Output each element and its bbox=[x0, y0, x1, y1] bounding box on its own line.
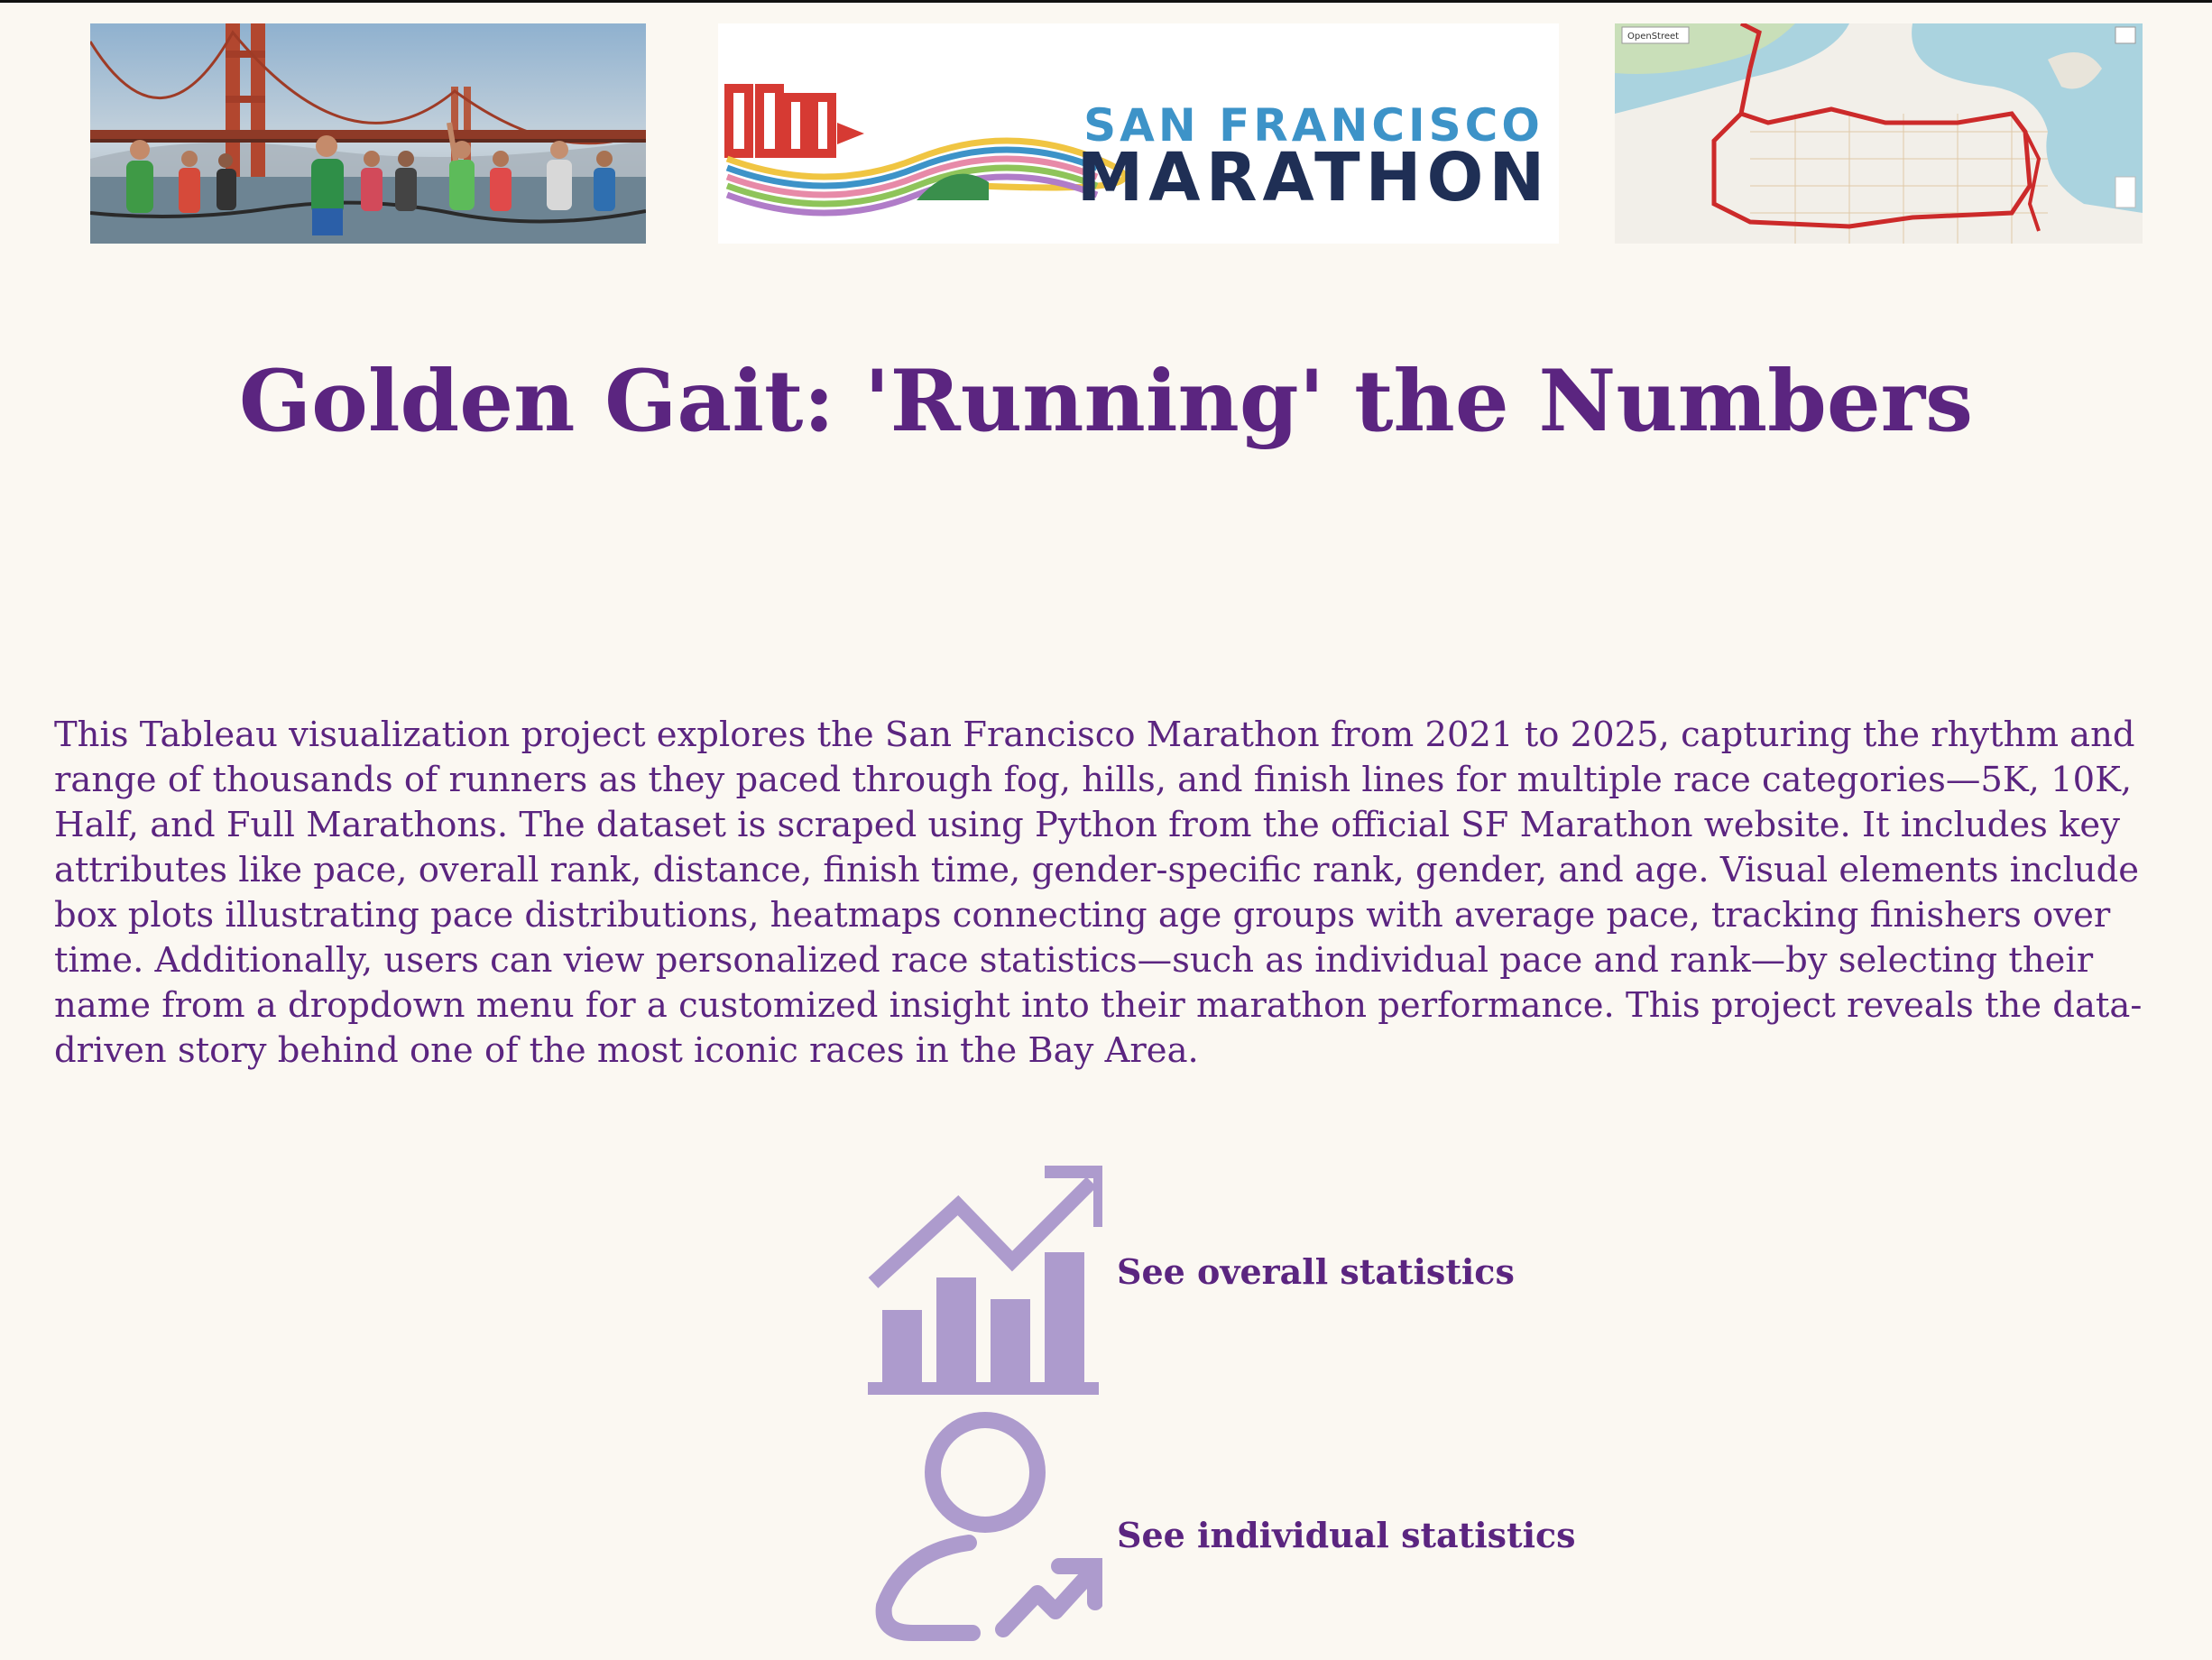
course-map: OpenStreet bbox=[1615, 23, 2143, 244]
logo-line-marathon: MARATHON bbox=[1077, 139, 1551, 217]
top-border bbox=[0, 0, 2212, 3]
user-trend-icon[interactable] bbox=[868, 1407, 1103, 1642]
chart-trend-up-icon[interactable] bbox=[868, 1164, 1108, 1397]
project-description: This Tableau visualization project explo… bbox=[54, 715, 2143, 1071]
map-layer-control[interactable]: OpenStreet bbox=[1627, 32, 1679, 42]
see-individual-statistics-link[interactable]: See individual statistics bbox=[1117, 1514, 1576, 1557]
golden-gate-runners-photo bbox=[90, 23, 646, 244]
see-overall-statistics-link[interactable]: See overall statistics bbox=[1117, 1250, 1515, 1294]
page-title: Golden Gait: 'Running' the Numbers bbox=[238, 352, 1974, 451]
sf-marathon-logo: SAN FRANCISCO MARATHON bbox=[718, 23, 1559, 244]
